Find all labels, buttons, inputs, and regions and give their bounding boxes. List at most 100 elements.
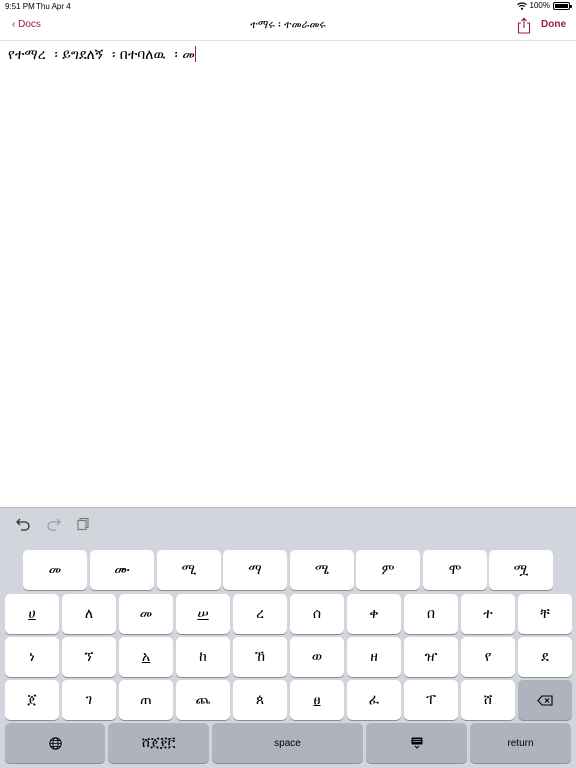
letter-key[interactable]: ሰ [290, 594, 344, 634]
letter-key[interactable]: ከ [176, 637, 230, 677]
suggestion-key-label: ሙ [114, 562, 130, 578]
letter-key[interactable]: ፀ [290, 680, 344, 720]
document-body[interactable]: የተማረ ፡ ይግደለኝ ፡ በተባለዉ ፡ መ [8, 46, 196, 63]
letter-key-label: ዘ [370, 649, 378, 665]
letter-key-label: ወ [311, 649, 323, 665]
suggestion-key[interactable]: ሟ [489, 550, 553, 590]
letter-key[interactable]: የ [461, 637, 515, 677]
letter-key-label: ዠ [424, 649, 438, 665]
battery-icon [553, 1, 572, 10]
mode-switch-key[interactable]: ሸጀ፻፫ [108, 723, 209, 763]
letter-key-label: ደ [541, 649, 549, 665]
letter-key-label: ሸ [483, 692, 493, 708]
letter-key[interactable]: አ [119, 637, 173, 677]
letter-key-label: ገ [85, 692, 93, 708]
letter-key[interactable]: ተ [461, 594, 515, 634]
return-key[interactable]: return [470, 723, 571, 763]
share-icon[interactable] [517, 17, 531, 34]
keyboard-shortcut-bar [0, 508, 576, 544]
status-time: 9:51 PM [5, 2, 35, 11]
letter-key[interactable]: ነ [5, 637, 59, 677]
keyboard-dismiss-key[interactable] [366, 723, 467, 763]
letter-key[interactable]: ረ [233, 594, 287, 634]
letter-key-label: መ [139, 606, 153, 622]
suggestion-key-label: ሟ [513, 562, 529, 578]
navigation-bar: ‹ Docs ተማሩ ፡ ተመራመሩ Done [0, 12, 576, 41]
letter-key[interactable]: ሸ [461, 680, 515, 720]
letter-key[interactable]: ቀ [347, 594, 401, 634]
letter-key[interactable]: ዠ [404, 637, 458, 677]
letter-key[interactable]: ወ [290, 637, 344, 677]
letter-key-label: ኸ [254, 649, 266, 665]
letter-key[interactable]: ፐ [404, 680, 458, 720]
letter-key-label: ኘ [84, 649, 94, 665]
return-key-label: return [507, 737, 534, 749]
letter-key-label: ጨ [195, 692, 211, 708]
suggestion-key[interactable]: ሜ [290, 550, 354, 590]
letter-key-label: የ [484, 649, 492, 665]
done-button[interactable]: Done [541, 19, 566, 30]
letter-key[interactable]: ሀ [5, 594, 59, 634]
suggestion-key-label: ም [381, 562, 395, 578]
letter-key[interactable]: ኘ [62, 637, 116, 677]
letter-key-label: ሀ [28, 606, 36, 622]
suggestion-key-label: ማ [248, 562, 262, 578]
backspace-icon [537, 694, 553, 706]
redo-icon[interactable] [46, 517, 62, 531]
suggestion-key-label: ሜ [314, 562, 330, 578]
letter-key[interactable]: ፈ [347, 680, 401, 720]
suggestion-key-label: መ [48, 562, 62, 578]
letter-key[interactable]: ጀ [5, 680, 59, 720]
keyboard-dismiss-icon [411, 737, 422, 749]
letter-key-label: ፈ [368, 692, 380, 708]
letter-key[interactable]: መ [119, 594, 173, 634]
document-editor[interactable]: የተማረ ፡ ይግደለኝ ፡ በተባለዉ ፡ መ [0, 41, 576, 507]
undo-icon[interactable] [15, 517, 31, 531]
globe-icon [48, 736, 62, 750]
document-title: ተማሩ ፡ ተመራመሩ [250, 18, 326, 31]
letter-key[interactable]: ሠ [176, 594, 230, 634]
letter-key[interactable]: ዘ [347, 637, 401, 677]
suggestion-key[interactable]: መ [23, 550, 87, 590]
space-key[interactable]: space [212, 723, 363, 763]
suggestion-key-label: ሞ [448, 562, 462, 578]
mode-switch-label: ሸጀ፻፫ [141, 735, 176, 751]
letter-key-label: ተ [483, 606, 493, 622]
letter-key-label: በ [426, 606, 436, 622]
backspace-key[interactable] [518, 680, 572, 720]
letter-key[interactable]: ለ [62, 594, 116, 634]
letter-key-label: ቸ [540, 606, 550, 622]
letter-key[interactable]: ኸ [233, 637, 287, 677]
space-key-label: space [274, 737, 301, 749]
status-bar: 9:51 PM Thu Apr 4 100% [0, 0, 576, 12]
letter-key-label: ሠ [197, 606, 209, 622]
letter-key-label: ጠ [140, 692, 152, 708]
battery-percent: 100% [529, 1, 550, 10]
suggestion-key-label: ሚ [181, 562, 197, 578]
text-cursor [194, 46, 196, 62]
suggestion-key[interactable]: ሞ [423, 550, 487, 590]
status-right: 100% [516, 1, 572, 10]
letter-key-label: ጰ [255, 692, 265, 708]
letter-key[interactable]: ደ [518, 637, 572, 677]
suggestion-key[interactable]: ም [356, 550, 420, 590]
letter-key[interactable]: ጨ [176, 680, 230, 720]
suggestion-key[interactable]: ሙ [90, 550, 154, 590]
letter-key[interactable]: ጰ [233, 680, 287, 720]
suggestion-key[interactable]: ማ [223, 550, 287, 590]
document-text: የተማረ ፡ ይግደለኝ ፡ በተባለዉ ፡ መ [8, 47, 195, 63]
letter-key-label: ሰ [312, 606, 322, 622]
letter-key[interactable]: ቸ [518, 594, 572, 634]
letter-key[interactable]: በ [404, 594, 458, 634]
paste-icon[interactable] [76, 517, 92, 531]
letter-key[interactable]: ጠ [119, 680, 173, 720]
letter-key[interactable]: ገ [62, 680, 116, 720]
status-date: Thu Apr 4 [36, 2, 71, 11]
letter-key-label: ረ [256, 606, 264, 622]
globe-key[interactable] [5, 723, 105, 763]
battery-fill [555, 3, 568, 8]
letter-key-label: ፐ [426, 692, 436, 708]
letter-key-label: ለ [84, 606, 94, 622]
suggestion-key[interactable]: ሚ [157, 550, 221, 590]
wifi-icon [516, 1, 527, 10]
